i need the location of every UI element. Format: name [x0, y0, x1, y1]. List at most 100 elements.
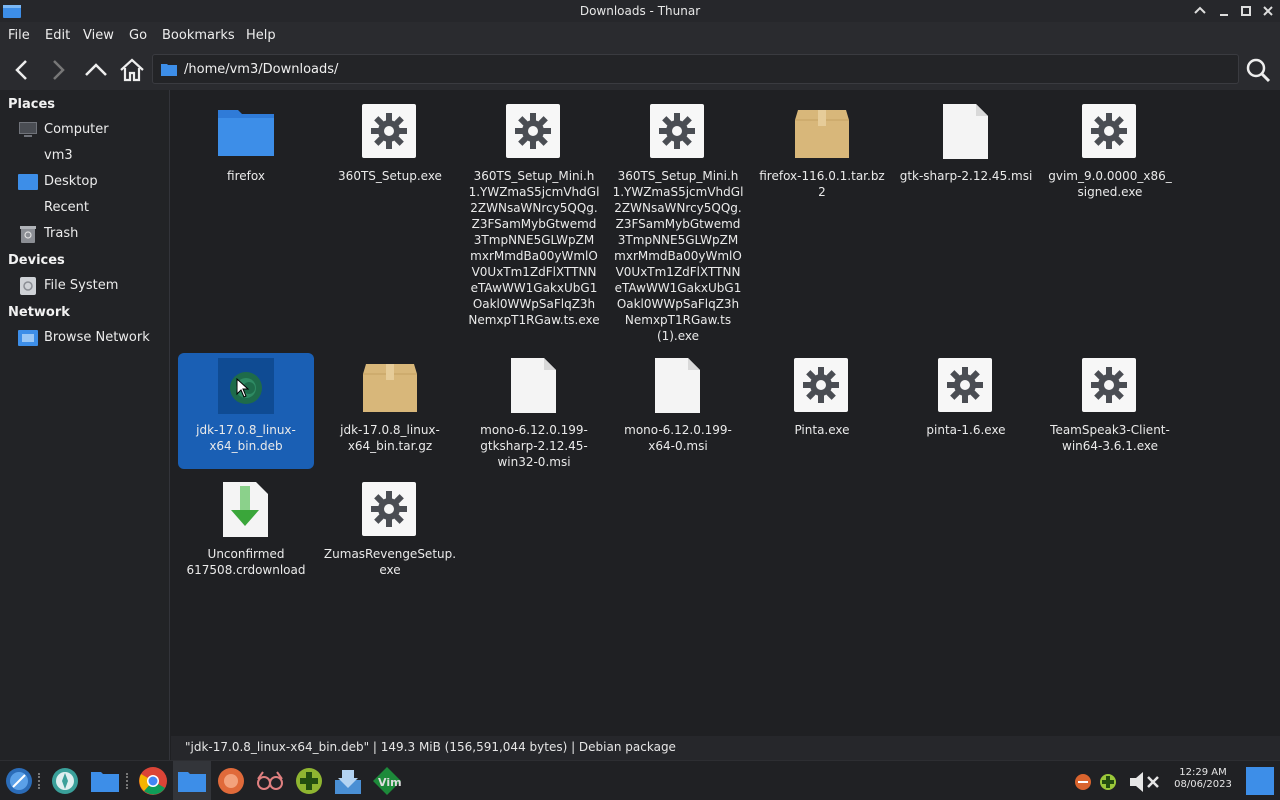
sidebar-item-label: Trash: [44, 226, 79, 241]
file-name: pinta-1.6.exe: [926, 423, 1006, 437]
sidebar-item-file-system[interactable]: File System: [0, 273, 170, 299]
folder-icon: [218, 110, 274, 156]
file-name: firefox: [227, 169, 265, 183]
add-plus-icon[interactable]: [294, 766, 324, 796]
file-name: jdk-17.0.8_linux- x64_bin.deb: [196, 423, 296, 453]
file-item[interactable]: firefox-116.0.1.tar.bz 2: [754, 104, 890, 204]
firefox-style-icon[interactable]: [216, 766, 246, 796]
title-bar: Downloads - Thunar: [0, 0, 1280, 22]
forward-arrow-icon[interactable]: [44, 56, 72, 84]
menu-go[interactable]: Go: [129, 28, 147, 43]
home-icon[interactable]: [118, 56, 146, 84]
file-item[interactable]: ZumasRevengeSetup. exe: [322, 482, 458, 582]
sidebar-item-recent[interactable]: Recent: [0, 195, 170, 221]
file-name: jdk-17.0.8_linux- x64_bin.tar.gz: [340, 423, 440, 453]
file-item[interactable]: gtk-sharp-2.12.45.msi: [898, 104, 1034, 204]
executable-gear-icon: [1082, 104, 1136, 158]
file-item[interactable]: 360TS_Setup_Mini.h 1.YWZmaS5jcmVhdGl 2ZW…: [466, 104, 602, 344]
back-arrow-icon[interactable]: [8, 56, 36, 84]
menu-file[interactable]: File: [8, 28, 30, 43]
download-manager-icon[interactable]: [333, 766, 363, 796]
file-item-selected[interactable]: jdk-17.0.8_linux- x64_bin.deb: [178, 353, 314, 469]
svg-text:Vim: Vim: [378, 776, 402, 789]
close-window-icon[interactable]: [1259, 2, 1277, 20]
maximize-window-icon[interactable]: [1237, 2, 1255, 20]
volume-muted-icon[interactable]: [1128, 769, 1162, 795]
parent-folder-up-icon[interactable]: [82, 56, 110, 84]
sidebar-item-label: Browse Network: [44, 330, 150, 345]
file-item[interactable]: Unconfirmed 617508.crdownload: [178, 482, 314, 582]
file-name: gtk-sharp-2.12.45.msi: [899, 169, 1033, 183]
folder-icon: [161, 64, 177, 76]
search-icon[interactable]: [1244, 56, 1272, 84]
file-name: Unconfirmed 617508.crdownload: [186, 547, 306, 577]
chrome-browser-icon[interactable]: [138, 766, 168, 796]
file-item[interactable]: TeamSpeak3-Client- win64-3.6.1.exe: [1042, 358, 1178, 458]
sidebar-item-computer[interactable]: Computer: [0, 117, 170, 143]
archive-box-icon: [363, 364, 417, 412]
menu-edit[interactable]: Edit: [45, 28, 70, 43]
menu-help[interactable]: Help: [246, 28, 276, 43]
file-name: 360TS_Setup.exe: [338, 169, 442, 183]
taskbar: Vim 12:29 AM 08/06/2023: [0, 760, 1280, 800]
file-item[interactable]: mono-6.12.0.199- gtksharp-2.12.45- win32…: [466, 358, 602, 474]
menu-view[interactable]: View: [83, 28, 114, 43]
accessibility-glasses-icon[interactable]: [255, 766, 285, 796]
executable-gear-icon: [362, 104, 416, 158]
status-bar: "jdk-17.0.8_linux-x64_bin.deb" | 149.3 M…: [171, 736, 1280, 760]
file-item[interactable]: gvim_9.0.0000_x86_ signed.exe: [1042, 104, 1178, 204]
file-name: 360TS_Setup_Mini.h 1.YWZmaS5jcmVhdGl 2ZW…: [612, 169, 744, 343]
minimize-window-icon[interactable]: [1215, 2, 1233, 20]
executable-gear-icon: [362, 482, 416, 536]
network-heading: Network: [8, 305, 70, 320]
file-item[interactable]: 360TS_Setup_Mini.h 1.YWZmaS5jcmVhdGl 2ZW…: [610, 104, 746, 344]
thunar-folder-icon: [178, 772, 206, 792]
file-name: ZumasRevengeSetup. exe: [323, 547, 457, 577]
file-name: mono-6.12.0.199- x64-0.msi: [624, 423, 732, 453]
file-name: gvim_9.0.0000_x86_ signed.exe: [1048, 169, 1172, 199]
toolbar: /home/vm3/Downloads/: [0, 50, 1280, 90]
file-item[interactable]: firefox: [178, 104, 314, 204]
executable-gear-icon: [650, 104, 704, 158]
shade-window-icon[interactable]: [1191, 2, 1209, 20]
menu-bookmarks[interactable]: Bookmarks: [162, 28, 235, 43]
places-heading: Places: [8, 97, 56, 112]
file-name: mono-6.12.0.199- gtksharp-2.12.45- win32…: [480, 423, 588, 469]
file-item[interactable]: Pinta.exe: [754, 358, 890, 458]
file-name: Pinta.exe: [794, 423, 850, 437]
sidebar-item-label: vm3: [44, 148, 73, 163]
file-item[interactable]: pinta-1.6.exe: [898, 358, 1034, 458]
sidebar-item-desktop[interactable]: Desktop: [0, 169, 170, 195]
clock[interactable]: 12:29 AM 08/06/2023: [1168, 767, 1238, 791]
active-window-task[interactable]: [173, 761, 211, 800]
browser-compass-icon[interactable]: [50, 766, 80, 796]
executable-gear-icon: [1082, 358, 1136, 412]
executable-gear-icon: [794, 358, 848, 412]
sidebar-item-trash[interactable]: Trash: [0, 221, 170, 247]
file-manager-icon[interactable]: [90, 766, 120, 796]
clock-date: 08/06/2023: [1174, 779, 1232, 790]
clock-time: 12:29 AM: [1179, 767, 1227, 778]
executable-gear-icon: [506, 104, 560, 158]
blank-document-icon: [943, 104, 988, 159]
status-text: "jdk-17.0.8_linux-x64_bin.deb" | 149.3 M…: [185, 740, 676, 754]
location-bar[interactable]: /home/vm3/Downloads/: [152, 54, 1239, 84]
vim-editor-icon[interactable]: Vim: [372, 766, 402, 796]
computer-icon: [19, 122, 37, 137]
sidebar-item-label: Computer: [44, 122, 109, 137]
application-menu-icon[interactable]: [4, 766, 34, 796]
file-item[interactable]: 360TS_Setup.exe: [322, 104, 458, 204]
sidebar-item-browse-network[interactable]: Browse Network: [0, 325, 170, 351]
menu-bar: File Edit View Go Bookmarks Help: [0, 22, 1280, 50]
update-notifier-icon[interactable]: [1074, 773, 1092, 791]
desktop-folder-icon: [18, 174, 38, 190]
show-desktop-icon[interactable]: [1246, 767, 1274, 795]
sidebar-item-vm3[interactable]: vm3: [0, 143, 170, 169]
file-view: firefox 360TS_Setup.exe 360TS_Setup_Mini…: [171, 90, 1280, 736]
file-item[interactable]: jdk-17.0.8_linux- x64_bin.tar.gz: [322, 358, 458, 458]
file-item[interactable]: mono-6.12.0.199- x64-0.msi: [610, 358, 746, 458]
trash-icon: [20, 226, 36, 243]
sidebar-item-label: Desktop: [44, 174, 98, 189]
network-tray-icon[interactable]: [1099, 773, 1117, 791]
file-name: firefox-116.0.1.tar.bz 2: [759, 169, 885, 199]
